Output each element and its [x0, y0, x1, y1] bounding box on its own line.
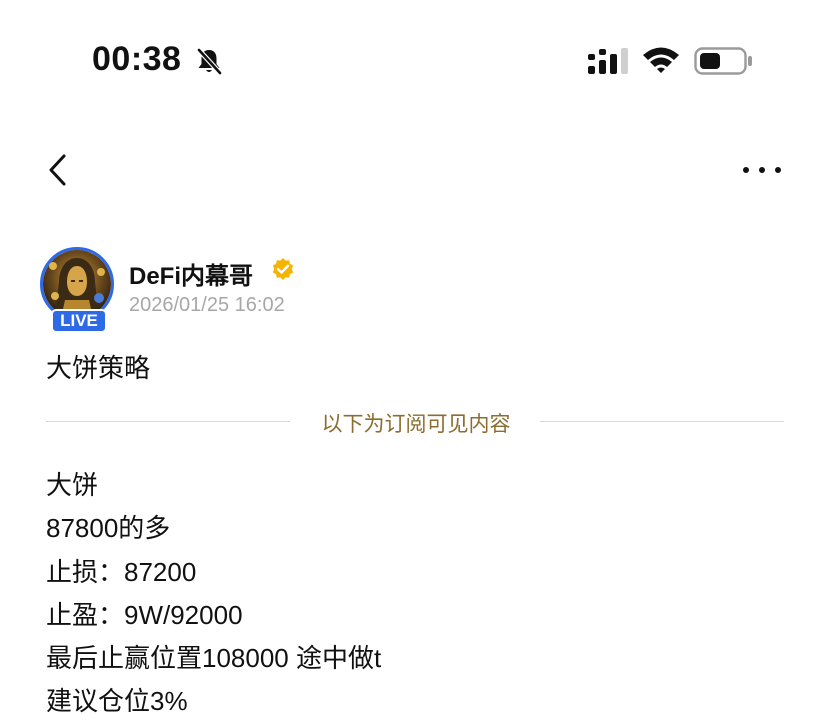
post-title: 大饼策略	[46, 353, 151, 383]
live-badge: LIVE	[51, 309, 107, 333]
post-body-line: 最后止赢位置108000 途中做t	[46, 643, 382, 674]
back-chevron-icon[interactable]	[44, 152, 72, 188]
status-time: 00:38	[92, 40, 182, 78]
wifi-icon	[643, 47, 679, 73]
hooded-figure-avatar-image	[43, 250, 111, 318]
bell-muted-icon	[197, 48, 222, 75]
more-options-icon[interactable]	[740, 158, 784, 182]
verified-badge-icon	[272, 258, 294, 280]
divider-line-right	[540, 421, 784, 422]
post-body-line: 大饼	[46, 470, 99, 500]
post-body-line: 止盈：9W/92000	[46, 599, 243, 630]
cellular-signal-icon	[588, 48, 628, 74]
post-body: 大饼 87800的多 止损：87200 止盈：9W/92000 最后止赢位置10…	[46, 464, 381, 724]
divider-line-left	[46, 421, 290, 422]
battery-icon	[694, 47, 752, 75]
status-bar: 00:38	[0, 0, 829, 120]
author-avatar[interactable]: LIVE	[40, 247, 120, 333]
subscription-divider: 以下为订阅可见内容	[46, 406, 784, 436]
author-name[interactable]: DeFi内幕哥	[129, 256, 253, 291]
post-body-line: 87800的多	[46, 513, 171, 544]
post-body-line: 建议仓位3%	[46, 686, 188, 717]
post-body-line: 止损：87200	[46, 556, 197, 587]
subscription-divider-label: 以下为订阅可见内容	[321, 413, 511, 436]
post-timestamp: 2026/01/25 16:02	[129, 294, 285, 316]
